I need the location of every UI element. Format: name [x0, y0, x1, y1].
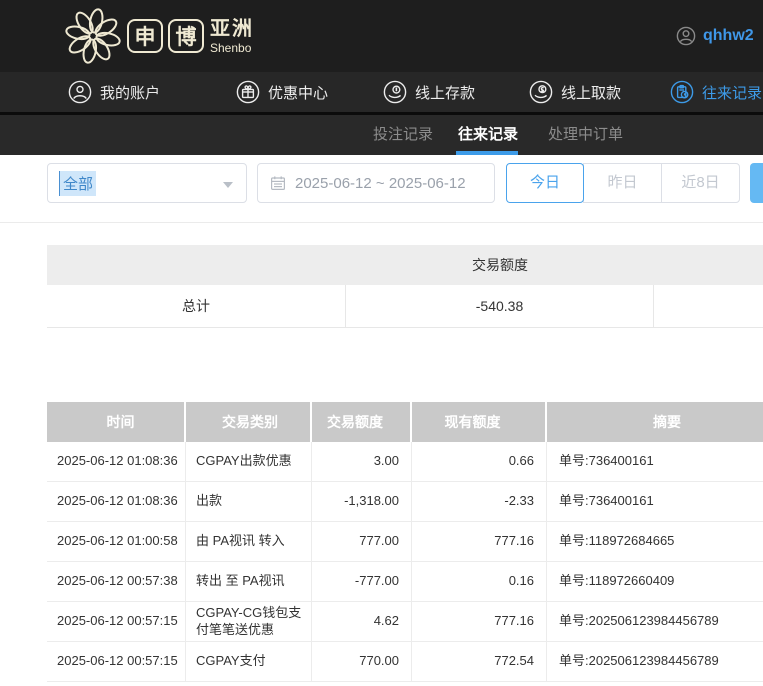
cell-time: 2025-06-12 00:57:15	[47, 602, 186, 642]
cell-time: 2025-06-12 00:57:38	[47, 562, 186, 602]
quick-filter-yesterday[interactable]: 昨日	[583, 163, 662, 203]
nav-item-promotions[interactable]: 优惠中心	[236, 72, 328, 112]
logo-wordmark: 亚洲 Shenbo	[210, 19, 254, 54]
cell-time: 2025-06-12 01:08:36	[47, 482, 186, 522]
cell-type: CGPAY出款优惠	[186, 442, 312, 482]
logo-flower-icon	[64, 7, 122, 65]
date-range-input[interactable]: 2025-06-12 ~ 2025-06-12	[257, 163, 495, 203]
sub-nav: 投注记录 往来记录 处理中订单	[0, 115, 763, 155]
quick-filter-today[interactable]: 今日	[506, 163, 584, 203]
nav-item-my-account[interactable]: 我的账户	[68, 72, 160, 112]
logo-latin: Shenbo	[210, 42, 254, 54]
withdraw-icon	[529, 80, 553, 104]
nav-item-withdraw[interactable]: 线上取款	[529, 72, 621, 112]
cell-amount: 770.00	[312, 642, 412, 682]
logo-region: 亚洲	[210, 19, 254, 39]
nav-label: 线上取款	[561, 82, 621, 103]
transactions-table-header: 时间 交易类别 交易额度 现有额度 摘要	[47, 402, 763, 442]
gift-icon	[236, 80, 260, 104]
summary-table-header: 交易额度	[47, 245, 763, 285]
summary-table: 交易额度 总计 -540.38	[47, 245, 763, 328]
date-range-value: 2025-06-12 ~ 2025-06-12	[295, 175, 466, 192]
type-select[interactable]: 全部	[47, 163, 247, 203]
cell-amount: -777.00	[312, 562, 412, 602]
table-row: 2025-06-12 00:57:15 CGPAY-CG钱包支付笔笔送优惠 4.…	[47, 602, 763, 642]
cell-type: 由 PA视讯 转入	[186, 522, 312, 562]
cell-summary: 单号:118972684665	[547, 522, 763, 562]
search-button[interactable]	[750, 163, 763, 203]
table-row: 2025-06-12 00:57:38 转出 至 PA视讯 -777.00 0.…	[47, 562, 763, 602]
cell-balance: -2.33	[412, 482, 547, 522]
col-header-amount: 交易额度	[312, 402, 412, 442]
cell-summary: 单号:118972660409	[547, 562, 763, 602]
user-avatar-icon	[676, 26, 696, 46]
col-header-type: 交易类别	[186, 402, 312, 442]
calendar-icon	[270, 175, 286, 191]
col-header-time: 时间	[47, 402, 186, 442]
cell-time: 2025-06-12 01:00:58	[47, 522, 186, 562]
summary-total-empty	[654, 285, 763, 328]
table-row: 2025-06-12 00:57:15 CGPAY支付 770.00 772.5…	[47, 642, 763, 682]
cell-type: CGPAY支付	[186, 642, 312, 682]
cell-summary: 单号:736400161	[547, 482, 763, 522]
cell-amount: 777.00	[312, 522, 412, 562]
logo-char-bo: 博	[168, 19, 204, 53]
deposit-icon	[383, 80, 407, 104]
cell-balance: 0.66	[412, 442, 547, 482]
filter-divider	[0, 222, 763, 223]
tab-transaction-records[interactable]: 往来记录	[458, 115, 518, 155]
nav-label: 我的账户	[100, 82, 160, 103]
table-row: 2025-06-12 01:00:58 由 PA视讯 转入 777.00 777…	[47, 522, 763, 562]
user-account[interactable]: qhhw2	[676, 26, 754, 46]
active-tab-underline	[456, 151, 518, 155]
cell-summary: 单号:736400161	[547, 442, 763, 482]
top-header: 申 博 亚洲 Shenbo qhhw2	[0, 0, 763, 72]
summary-total-label: 总计	[47, 285, 346, 328]
cell-summary: 单号:202506123984456789	[547, 642, 763, 682]
quick-filter-last8days[interactable]: 近8日	[661, 163, 740, 203]
col-header-summary: 摘要	[547, 402, 763, 442]
cell-amount: -1,318.00	[312, 482, 412, 522]
summary-header-empty	[47, 245, 346, 285]
nav-label: 优惠中心	[268, 82, 328, 103]
cell-amount: 4.62	[312, 602, 412, 642]
nav-item-deposit[interactable]: 线上存款	[383, 72, 475, 112]
records-icon	[670, 80, 694, 104]
chevron-down-icon	[223, 182, 233, 188]
cell-type: CGPAY-CG钱包支付笔笔送优惠	[186, 602, 312, 642]
col-header-balance: 现有额度	[412, 402, 547, 442]
site-logo: 申 博 亚洲 Shenbo	[64, 7, 254, 65]
cell-balance: 772.54	[412, 642, 547, 682]
transactions-table: 时间 交易类别 交易额度 现有额度 摘要 2025-06-12 01:08:36…	[47, 402, 763, 682]
nav-item-transactions[interactable]: 往来记录	[670, 72, 762, 112]
table-row: 2025-06-12 01:08:36 出款 -1,318.00 -2.33 单…	[47, 482, 763, 522]
tab-pending-orders[interactable]: 处理中订单	[548, 115, 623, 155]
cell-amount: 3.00	[312, 442, 412, 482]
type-select-value: 全部	[59, 171, 96, 196]
cell-balance: 0.16	[412, 562, 547, 602]
cell-time: 2025-06-12 00:57:15	[47, 642, 186, 682]
cell-type: 出款	[186, 482, 312, 522]
summary-total-value: -540.38	[346, 285, 654, 328]
cell-balance: 777.16	[412, 602, 547, 642]
username[interactable]: qhhw2	[703, 27, 754, 45]
logo-char-shen: 申	[127, 19, 163, 53]
tab-bet-records[interactable]: 投注记录	[373, 115, 433, 155]
user-icon	[68, 80, 92, 104]
nav-label: 线上存款	[415, 82, 475, 103]
cell-time: 2025-06-12 01:08:36	[47, 442, 186, 482]
summary-header-empty2	[654, 245, 763, 285]
cell-summary: 单号:202506123984456789	[547, 602, 763, 642]
main-nav: 我的账户 优惠中心 线上存款	[0, 72, 763, 112]
nav-label: 往来记录	[702, 82, 762, 103]
table-row: 2025-06-12 01:08:36 CGPAY出款优惠 3.00 0.66 …	[47, 442, 763, 482]
cell-type: 转出 至 PA视讯	[186, 562, 312, 602]
summary-total-row: 总计 -540.38	[47, 285, 763, 328]
cell-balance: 777.16	[412, 522, 547, 562]
summary-header-amount: 交易额度	[346, 245, 654, 285]
